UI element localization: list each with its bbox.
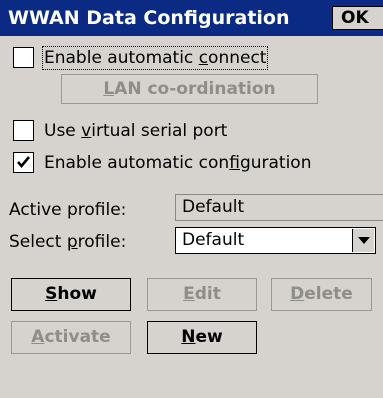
active-profile-label: Active profile: [9,200,127,220]
auto-connect-label[interactable]: Enable automatic connect [41,46,269,70]
checkmark-icon [17,156,30,169]
title-bar: WWAN Data Configuration OK [0,0,383,36]
show-button[interactable]: Show [11,278,131,311]
select-profile-label: Select profile: [9,232,127,252]
select-profile-dropdown[interactable]: Default [175,227,376,254]
new-button[interactable]: New [147,321,257,354]
auto-config-checkbox[interactable] [13,152,34,173]
delete-button[interactable]: Delete [271,278,372,311]
auto-config-label[interactable]: Enable automatic configuration [44,153,311,173]
active-profile-value: Default [175,194,383,221]
window-title: WWAN Data Configuration [8,7,290,29]
edit-button[interactable]: Edit [147,278,257,311]
virtual-serial-label[interactable]: Use virtual serial port [44,121,227,141]
activate-button[interactable]: Activate [11,321,131,354]
chevron-down-icon [358,237,370,244]
auto-connect-checkbox[interactable] [13,47,34,68]
ok-button[interactable]: OK [332,6,383,30]
select-profile-value: Default [182,230,245,250]
dropdown-arrow-button[interactable] [352,229,374,252]
lan-coordination-button[interactable]: LAN co-ordination [61,74,318,104]
virtual-serial-checkbox[interactable] [13,120,34,141]
